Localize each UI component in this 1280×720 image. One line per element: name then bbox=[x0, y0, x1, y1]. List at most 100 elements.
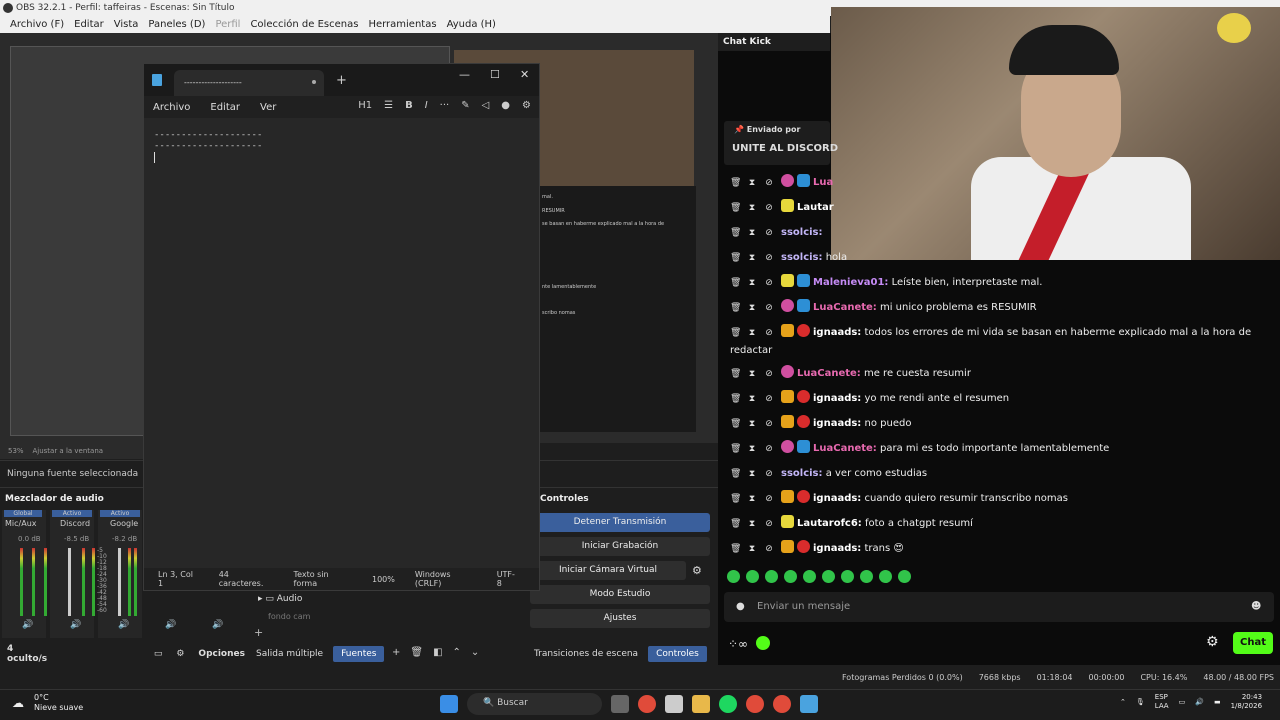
ban-icon[interactable]: ⊘ bbox=[764, 391, 774, 408]
zoom-level[interactable]: 53% bbox=[8, 447, 24, 455]
mixer-options-button[interactable]: Opciones bbox=[198, 649, 245, 659]
emote-icon[interactable] bbox=[784, 570, 797, 583]
language-indicator[interactable]: ESP LAA bbox=[1155, 693, 1169, 711]
more-icon[interactable]: ··· bbox=[440, 100, 450, 111]
menu-vista[interactable]: Vista bbox=[109, 19, 144, 30]
mixer-layout-icon[interactable]: ▭ bbox=[154, 649, 163, 659]
studio-mode-button[interactable]: Modo Estudio bbox=[530, 585, 710, 604]
ban-icon[interactable]: ⊘ bbox=[764, 491, 774, 508]
task-view-icon[interactable] bbox=[611, 695, 629, 713]
notepad-menu-ver[interactable]: Ver bbox=[260, 102, 276, 113]
ban-icon[interactable]: ⊘ bbox=[764, 275, 774, 292]
chat-username[interactable]: LuaCanete: bbox=[813, 443, 877, 454]
menu-coleccion-escenas[interactable]: Colección de Escenas bbox=[245, 19, 363, 30]
chat-message-input[interactable]: Enviar un mensaje bbox=[724, 592, 1274, 622]
emote-icon[interactable] bbox=[879, 570, 892, 583]
delete-icon[interactable]: 🗑 bbox=[730, 200, 741, 217]
chrome-profile2-icon[interactable] bbox=[773, 695, 791, 713]
close-icon[interactable]: ✕ bbox=[520, 68, 529, 81]
timeout-icon[interactable]: ⧗ bbox=[747, 416, 757, 433]
chat-status-icon[interactable]: ● bbox=[736, 601, 745, 612]
ban-icon[interactable]: ⊘ bbox=[764, 441, 774, 458]
mute-icon[interactable]: 🔊 bbox=[22, 620, 33, 630]
delete-icon[interactable]: 🗑 bbox=[730, 175, 741, 192]
timeout-icon[interactable]: ⧗ bbox=[747, 200, 757, 217]
notepad-menu-archivo[interactable]: Archivo bbox=[153, 102, 190, 113]
chrome-icon[interactable] bbox=[638, 695, 656, 713]
emote-icon[interactable] bbox=[898, 570, 911, 583]
points-icon[interactable]: ⁘∞ bbox=[728, 637, 748, 651]
mic-icon[interactable]: 🎙 bbox=[1136, 698, 1145, 707]
battery-icon[interactable]: ▬ bbox=[1214, 698, 1221, 707]
delete-icon[interactable]: 🗑 bbox=[730, 416, 741, 433]
menu-paneles[interactable]: Paneles (D) bbox=[143, 19, 210, 30]
timeout-icon[interactable]: ⧗ bbox=[747, 366, 757, 383]
delete-icon[interactable]: 🗑 bbox=[730, 491, 741, 508]
bold-icon[interactable]: B bbox=[405, 100, 413, 111]
mute-icon[interactable]: 🔊 bbox=[118, 620, 129, 630]
delete-icon[interactable]: 🗑 bbox=[730, 300, 741, 317]
timeout-icon[interactable]: ⧗ bbox=[747, 441, 757, 458]
chat-username[interactable]: ignaads: bbox=[813, 493, 861, 504]
timeout-icon[interactable]: ⧗ bbox=[747, 491, 757, 508]
chat-username[interactable]: ssolcis: bbox=[781, 252, 823, 263]
weather-widget[interactable]: ☁ 0°C Nieve suave bbox=[12, 693, 83, 713]
menu-ayuda[interactable]: Ayuda (H) bbox=[442, 19, 501, 30]
pen-icon[interactable]: ✎ bbox=[461, 100, 469, 111]
chat-username[interactable]: LuaCanete: bbox=[813, 302, 877, 313]
chat-username[interactable]: ignaads: bbox=[813, 393, 861, 404]
delete-icon[interactable]: 🗑 bbox=[730, 441, 741, 458]
chrome-profile-icon[interactable] bbox=[746, 695, 764, 713]
volume-slider[interactable] bbox=[68, 548, 71, 616]
emoji-picker-icon[interactable]: ☻ bbox=[1251, 601, 1261, 612]
ban-icon[interactable]: ⊘ bbox=[764, 416, 774, 433]
ban-icon[interactable]: ⊘ bbox=[764, 541, 774, 558]
ban-icon[interactable]: ⊘ bbox=[764, 175, 774, 192]
chat-send-button[interactable]: Chat bbox=[1233, 632, 1273, 654]
chat-username[interactable]: LuaCanete: bbox=[797, 368, 861, 379]
delete-icon[interactable]: 🗑 bbox=[730, 250, 741, 267]
stop-stream-button[interactable]: Detener Transmisión bbox=[530, 513, 710, 532]
ban-icon[interactable]: ⊘ bbox=[764, 250, 774, 267]
chat-username[interactable]: Lua bbox=[813, 177, 833, 188]
timeout-icon[interactable]: ⧗ bbox=[747, 300, 757, 317]
timeout-icon[interactable]: ⧗ bbox=[747, 516, 757, 533]
fit-window-option[interactable]: Ajustar a la ventana bbox=[32, 447, 103, 455]
timeout-icon[interactable]: ⧗ bbox=[747, 175, 757, 192]
timeout-icon[interactable]: ⧗ bbox=[747, 466, 757, 483]
chat-settings-icon[interactable]: ⚙ bbox=[1206, 634, 1219, 650]
mixer-channel-mic[interactable] bbox=[2, 510, 46, 638]
italic-icon[interactable]: I bbox=[425, 100, 428, 111]
spotify-icon[interactable] bbox=[719, 695, 737, 713]
tray-chevron-icon[interactable]: ⌃ bbox=[1120, 698, 1126, 707]
mute-icon[interactable]: 🔊 bbox=[212, 620, 223, 630]
megaphone-icon[interactable]: ◁ bbox=[482, 100, 490, 111]
delete-icon[interactable]: 🗑 bbox=[730, 466, 741, 483]
chat-username[interactable]: Lautarofc6: bbox=[797, 518, 862, 529]
gear-icon[interactable]: ⚙ bbox=[522, 100, 531, 111]
kick-logo-icon[interactable] bbox=[755, 636, 770, 650]
notepad-window[interactable]: -------------------- + — ☐ ✕ Archivo Edi… bbox=[143, 63, 540, 591]
delete-icon[interactable]: 🗑 bbox=[730, 366, 741, 383]
volume-icon[interactable]: 🔊 bbox=[1195, 698, 1204, 707]
notepad-tab[interactable]: -------------------- bbox=[174, 70, 324, 96]
mute-icon[interactable]: 🔊 bbox=[165, 620, 176, 630]
delete-icon[interactable]: 🗑 bbox=[730, 325, 741, 342]
delete-icon[interactable]: 🗑 bbox=[730, 516, 741, 533]
taskbar-search[interactable]: 🔍 Buscar bbox=[467, 693, 602, 715]
source-item-fondo-cam[interactable]: fondo cam bbox=[268, 612, 310, 621]
list-icon[interactable]: ☰ bbox=[384, 100, 393, 111]
mixer-channel-discord[interactable] bbox=[50, 510, 94, 638]
timeout-icon[interactable]: ⧗ bbox=[747, 541, 757, 558]
chat-username[interactable]: Lautar bbox=[797, 202, 834, 213]
maximize-icon[interactable]: ☐ bbox=[490, 68, 500, 81]
emote-icon[interactable] bbox=[822, 570, 835, 583]
ban-icon[interactable]: ⊘ bbox=[764, 200, 774, 217]
delete-icon[interactable]: 🗑 bbox=[730, 225, 741, 242]
ban-icon[interactable]: ⊘ bbox=[764, 466, 774, 483]
emote-icon[interactable] bbox=[746, 570, 759, 583]
emote-icon[interactable] bbox=[841, 570, 854, 583]
volume-slider[interactable] bbox=[118, 548, 121, 616]
emote-icon[interactable] bbox=[727, 570, 740, 583]
source-item-audio[interactable]: ▸ ▭ Audio bbox=[258, 594, 302, 604]
